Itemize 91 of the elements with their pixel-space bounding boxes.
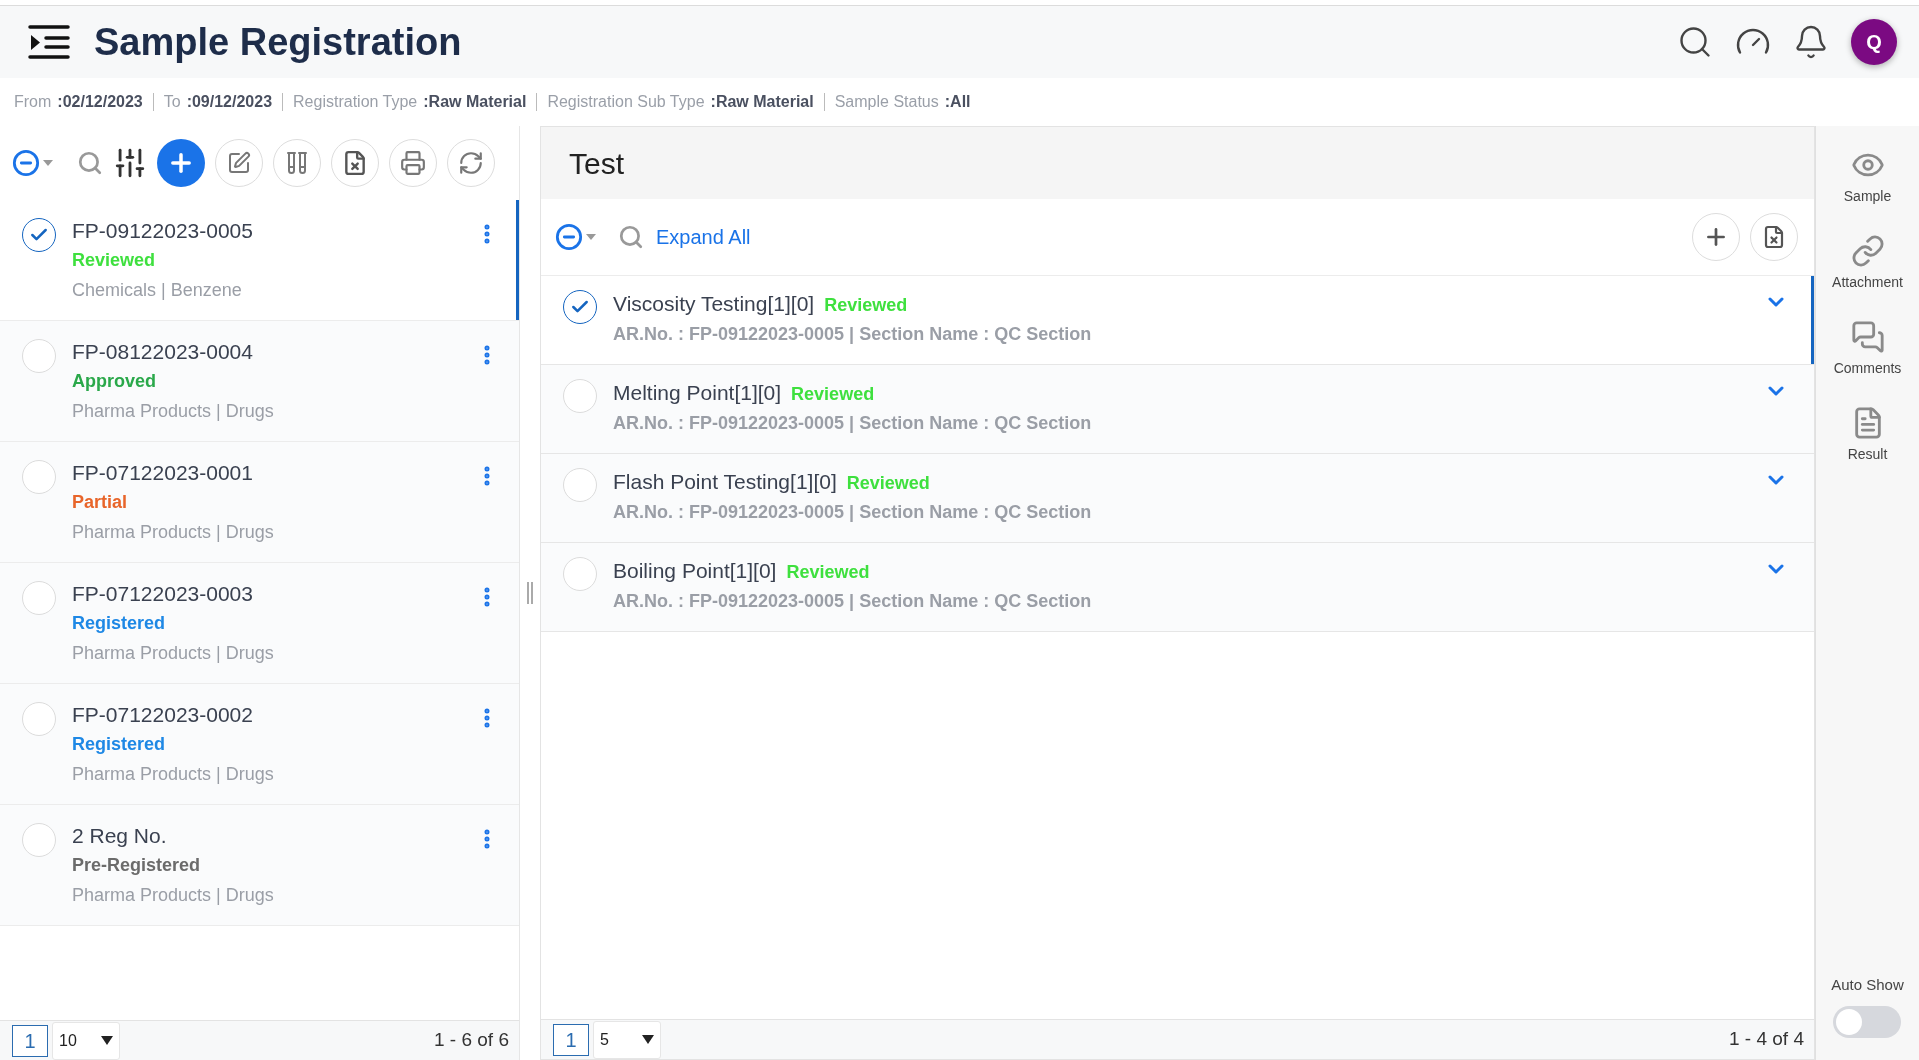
- sample-list-item[interactable]: 2 Reg No. Pre-Registered Pharma Products | Drugs: [0, 805, 519, 926]
- delete-file-button[interactable]: [1750, 213, 1798, 261]
- page-size-select[interactable]: 5: [593, 1020, 661, 1059]
- test-detail: AR.No. : FP-09122023-0005 | Section Name : QC Section: [613, 323, 1093, 346]
- expand-all-link[interactable]: Expand All: [656, 222, 751, 252]
- panel-title: Test: [569, 145, 625, 182]
- rail-tab[interactable]: Comments: [1816, 306, 1919, 392]
- collapse-dropdown[interactable]: [555, 223, 596, 251]
- sample-status: Partial: [72, 491, 129, 514]
- page-number[interactable]: 1: [553, 1023, 589, 1056]
- search-icon[interactable]: [1677, 24, 1713, 60]
- test-detail: AR.No. : FP-09122023-0005 | Section Name : QC Section: [613, 412, 1093, 435]
- test-name: Boiling Point[1][0]: [613, 558, 777, 584]
- user-avatar[interactable]: Q: [1851, 19, 1897, 65]
- toggle-label: Auto Show: [1831, 974, 1904, 995]
- sample-id: 2 Reg No.: [72, 823, 168, 849]
- sample-list-item[interactable]: FP-07122023-0002 Registered Pharma Products | Drugs: [0, 684, 519, 805]
- test-status: Reviewed: [824, 294, 908, 317]
- menu-icon[interactable]: [28, 24, 70, 60]
- sample-id: FP-07122023-0002: [72, 702, 254, 728]
- add-button[interactable]: [157, 139, 205, 187]
- filter-value: :All: [944, 92, 971, 112]
- sample-id: FP-08122023-0004: [72, 339, 254, 365]
- sample-id: FP-09122023-0005: [72, 218, 254, 244]
- filter-value: :02/12/2023: [57, 92, 143, 112]
- sample-category: Pharma Products | Drugs: [72, 884, 275, 907]
- page-range: 1 - 6 of 6: [434, 1028, 509, 1053]
- page-size-select[interactable]: 10: [52, 1021, 120, 1060]
- collapse-dropdown[interactable]: [12, 149, 53, 177]
- chat-icon: [1850, 319, 1885, 354]
- sample-category: Pharma Products | Drugs: [72, 400, 275, 423]
- rail-tab[interactable]: Attachment: [1816, 220, 1919, 306]
- bell-icon[interactable]: [1793, 24, 1829, 60]
- sample-id: FP-07122023-0003: [72, 581, 254, 607]
- filter-label: Registration Type: [293, 92, 418, 112]
- test-status: Reviewed: [786, 561, 870, 584]
- filter-sliders-icon[interactable]: [113, 146, 147, 180]
- sample-status: Pre-Registered: [72, 854, 202, 877]
- sample-category: Pharma Products | Drugs: [72, 763, 275, 786]
- rail-tab[interactable]: Result: [1816, 392, 1919, 478]
- filter-label: To: [163, 92, 181, 112]
- dropdown-triangle-icon: [642, 1035, 654, 1044]
- sample-status: Registered: [72, 612, 167, 635]
- test-status: Reviewed: [846, 472, 930, 495]
- sample-status: Approved: [72, 370, 157, 393]
- sample-status: Registered: [72, 733, 167, 756]
- test-detail: AR.No. : FP-09122023-0005 | Section Name : QC Section: [613, 590, 1093, 613]
- page-title: Sample Registration: [94, 19, 462, 65]
- file-x-icon: [1762, 225, 1786, 249]
- link-icon: [1850, 233, 1885, 268]
- auto-show-toggle[interactable]: [1833, 1006, 1902, 1038]
- sample-category: Pharma Products | Drugs: [72, 521, 275, 544]
- scrollbar-thumb[interactable]: [1811, 276, 1814, 364]
- edit-icon: [227, 151, 251, 175]
- scrollbar-thumb[interactable]: [516, 200, 519, 320]
- test-list-item[interactable]: Flash Point Testing[1][0] Reviewed AR.No. : FP-09122023-0005 | Section Name : QC Section: [541, 454, 1814, 543]
- dropdown-triangle-icon: [101, 1036, 113, 1045]
- sample-list-item[interactable]: FP-07122023-0003 Registered Pharma Products | Drugs: [0, 563, 519, 684]
- test-list-item[interactable]: Boiling Point[1][0] Reviewed AR.No. : FP-09122023-0005 | Section Name : QC Section: [541, 543, 1814, 632]
- test-detail: AR.No. : FP-09122023-0005 | Section Name : QC Section: [613, 501, 1093, 524]
- page-range: 1 - 4 of 4: [1729, 1027, 1804, 1052]
- rail-tab[interactable]: Sample: [1816, 134, 1919, 220]
- test-tubes-icon: [285, 151, 309, 175]
- test-name: Melting Point[1][0]: [613, 380, 782, 406]
- sample-category: Pharma Products | Drugs: [72, 642, 275, 665]
- test-name: Viscosity Testing[1][0]: [613, 291, 815, 317]
- sample-id: FP-07122023-0001: [72, 460, 254, 486]
- filter-value: :Raw Material: [423, 92, 527, 112]
- filter-label: Sample Status: [834, 92, 939, 112]
- refresh-icon: [458, 150, 484, 176]
- test-status: Reviewed: [791, 383, 875, 406]
- test-name: Flash Point Testing[1][0]: [613, 469, 837, 495]
- sample-list-item[interactable]: FP-07122023-0001 Partial Pharma Products | Drugs: [0, 442, 519, 563]
- sample-category: Chemicals | Benzene: [72, 279, 243, 302]
- filter-label: Registration Sub Type: [547, 92, 705, 112]
- refresh-button[interactable]: [447, 139, 495, 187]
- filter-value: :09/12/2023: [186, 92, 273, 112]
- print-button[interactable]: [389, 139, 437, 187]
- filter-value: :Raw Material: [710, 92, 814, 112]
- test-list-item[interactable]: Melting Point[1][0] Reviewed AR.No. : FP-09122023-0005 | Section Name : QC Section: [541, 365, 1814, 454]
- sample-list-item[interactable]: FP-08122023-0004 Approved Pharma Products | Drugs: [0, 321, 519, 442]
- filter-label: From: [14, 92, 52, 112]
- test-tubes-button[interactable]: [273, 139, 321, 187]
- delete-file-button[interactable]: [331, 139, 379, 187]
- printer-icon: [400, 150, 426, 176]
- edit-button[interactable]: [215, 139, 263, 187]
- file-x-icon: [342, 150, 368, 176]
- sample-status: Reviewed: [72, 249, 157, 272]
- add-button[interactable]: [1692, 213, 1740, 261]
- resize-handle[interactable]: [527, 582, 533, 604]
- page-number[interactable]: 1: [12, 1024, 48, 1057]
